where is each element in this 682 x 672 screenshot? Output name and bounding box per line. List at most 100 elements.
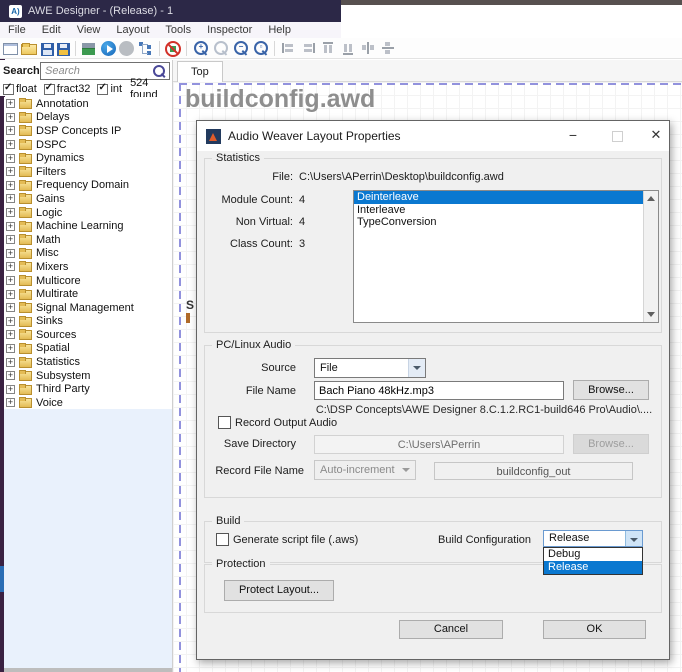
tree-item[interactable]: + DSP Concepts IP — [4, 124, 172, 138]
filter-checkbox-group[interactable]: ✓ float — [3, 83, 37, 95]
menu-item[interactable]: View — [69, 24, 109, 36]
new-layout-icon[interactable] — [3, 43, 18, 55]
tree-item[interactable]: + Voice — [4, 396, 172, 410]
align-left-icon[interactable] — [280, 40, 297, 57]
zoom-out-icon[interactable] — [232, 40, 249, 57]
expand-plus-icon[interactable]: + — [6, 358, 15, 367]
menu-item[interactable]: File — [0, 24, 34, 36]
close-button[interactable]: ✕ — [641, 121, 671, 151]
listbox-scrollbar[interactable] — [643, 191, 658, 322]
protect-layout-button[interactable]: Protect Layout... — [224, 580, 334, 601]
generate-script-checkbox[interactable] — [216, 533, 229, 546]
disconnect-icon[interactable] — [165, 41, 181, 57]
source-combo[interactable]: File — [314, 358, 426, 378]
record-output-checkbox[interactable] — [218, 416, 231, 429]
module-class-item[interactable]: Interleave — [354, 204, 643, 217]
tree-item[interactable]: + Misc — [4, 247, 172, 261]
expand-plus-icon[interactable]: + — [6, 222, 15, 231]
module-class-item[interactable]: Deinterleave — [354, 191, 643, 204]
menu-item[interactable]: Layout — [108, 24, 157, 36]
zoom-reset-icon[interactable] — [212, 40, 229, 57]
titlebar[interactable]: A) AWE Designer - (Release) - 1 — [0, 0, 341, 22]
distribute-horizontal-icon[interactable] — [360, 40, 377, 57]
tree-item[interactable]: + Machine Learning — [4, 219, 172, 233]
menu-item[interactable]: Help — [260, 24, 299, 36]
distribute-vertical-icon[interactable] — [380, 40, 397, 57]
expand-plus-icon[interactable]: + — [6, 385, 15, 394]
tree-item[interactable]: + Delays — [4, 111, 172, 125]
zoom-fit-icon[interactable] — [252, 40, 269, 57]
expand-plus-icon[interactable]: + — [6, 276, 15, 285]
expand-plus-icon[interactable]: + — [6, 262, 15, 271]
expand-plus-icon[interactable]: + — [6, 208, 15, 217]
menu-item[interactable]: Edit — [34, 24, 69, 36]
align-top-icon[interactable] — [320, 40, 337, 57]
expand-plus-icon[interactable]: + — [6, 194, 15, 203]
tree-item[interactable]: + Multicore — [4, 274, 172, 288]
menu-item[interactable]: Inspector — [199, 24, 260, 36]
dialog-titlebar[interactable]: Audio Weaver Layout Properties — [197, 121, 669, 151]
tree-item[interactable]: + Sources — [4, 328, 172, 342]
tree-item[interactable]: + Filters — [4, 165, 172, 179]
module-class-listbox[interactable]: Deinterleave Interleave TypeConversion — [353, 190, 659, 323]
build-config-combo[interactable]: Release — [543, 530, 643, 547]
tree-item[interactable]: + Subsystem — [4, 369, 172, 383]
cancel-button[interactable]: Cancel — [399, 620, 503, 639]
ok-button[interactable]: OK — [543, 620, 646, 639]
expand-plus-icon[interactable]: + — [6, 181, 15, 190]
tree-item[interactable]: + Frequency Domain — [4, 179, 172, 193]
minimize-button[interactable]: − — [557, 121, 589, 151]
scroll-up-icon[interactable] — [647, 196, 655, 201]
expand-plus-icon[interactable]: + — [6, 371, 15, 380]
expand-plus-icon[interactable]: + — [6, 249, 15, 258]
dropdown-option[interactable]: Release — [544, 561, 642, 574]
tree-item[interactable]: + Mixers — [4, 260, 172, 274]
profile-icon[interactable] — [137, 40, 154, 57]
expand-plus-icon[interactable]: + — [6, 317, 15, 326]
zoom-in-icon[interactable] — [192, 40, 209, 57]
chevron-down-icon[interactable] — [408, 359, 425, 377]
tree-item[interactable]: + Signal Management — [4, 301, 172, 315]
tree-item[interactable]: + Annotation — [4, 97, 172, 111]
expand-plus-icon[interactable]: + — [6, 113, 15, 122]
expand-plus-icon[interactable]: + — [6, 154, 15, 163]
filter-checkbox-group[interactable]: ✓ int — [97, 83, 122, 95]
align-right-icon[interactable] — [300, 40, 317, 57]
expand-plus-icon[interactable]: + — [6, 303, 15, 312]
tree-item[interactable]: + Logic — [4, 206, 172, 220]
save-icon[interactable] — [41, 43, 54, 56]
tree-item[interactable]: + Multirate — [4, 287, 172, 301]
expand-plus-icon[interactable]: + — [6, 126, 15, 135]
checkbox-checked-icon[interactable]: ✓ — [44, 84, 55, 95]
expand-plus-icon[interactable]: + — [6, 290, 15, 299]
expand-plus-icon[interactable]: + — [6, 167, 15, 176]
dropdown-option[interactable]: Debug — [544, 548, 642, 561]
tree-item[interactable]: + Gains — [4, 192, 172, 206]
open-icon[interactable] — [21, 40, 38, 57]
menu-item[interactable]: Tools — [157, 24, 199, 36]
save-as-icon[interactable] — [57, 43, 70, 56]
tree-item[interactable]: + Spatial — [4, 342, 172, 356]
file-name-input[interactable]: Bach Piano 48kHz.mp3 — [314, 381, 564, 400]
filter-checkbox-group[interactable]: ✓ fract32 — [44, 83, 91, 95]
browse-button[interactable]: Browse... — [573, 380, 649, 400]
expand-plus-icon[interactable]: + — [6, 398, 15, 407]
scroll-down-icon[interactable] — [647, 312, 655, 317]
expand-plus-icon[interactable]: + — [6, 235, 15, 244]
tab-top[interactable]: Top — [177, 61, 223, 82]
connect-icon[interactable] — [81, 40, 98, 57]
checkbox-checked-icon[interactable]: ✓ — [97, 84, 108, 95]
play-icon[interactable] — [101, 41, 116, 56]
expand-plus-icon[interactable]: + — [6, 140, 15, 149]
module-class-item[interactable]: TypeConversion — [354, 216, 643, 229]
checkbox-checked-icon[interactable]: ✓ — [3, 84, 14, 95]
tree-item[interactable]: + Dynamics — [4, 151, 172, 165]
tree-item[interactable]: + Statistics — [4, 355, 172, 369]
tree-item[interactable]: + Third Party — [4, 382, 172, 396]
expand-plus-icon[interactable]: + — [6, 99, 15, 108]
chevron-down-icon[interactable] — [625, 531, 642, 546]
tree-item[interactable]: + Math — [4, 233, 172, 247]
tree-item[interactable]: + Sinks — [4, 315, 172, 329]
tree-item[interactable]: + DSPC — [4, 138, 172, 152]
align-bottom-icon[interactable] — [340, 40, 357, 57]
